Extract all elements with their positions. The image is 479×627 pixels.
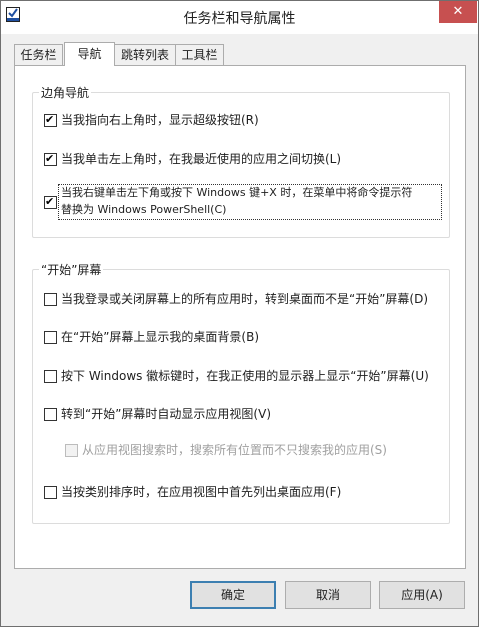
checkbox-start-on-display[interactable] <box>44 370 57 383</box>
label-switch-apps: 当我单击左上角时，在我最近使用的应用之间切换(L) <box>61 152 342 166</box>
label-start-on-display: 按下 Windows 徽标键时，在我正使用的显示器上显示“开始”屏幕(U) <box>61 369 429 383</box>
label-powershell-line1: 当我右键单击左下角或按下 Windows 键+X 时，在菜单中将命令提示符 <box>61 186 413 199</box>
apply-button[interactable]: 应用(A) <box>379 581 465 609</box>
group-label-corner-navigation: 边角导航 <box>39 84 92 101</box>
group-label-start-screen: “开始”屏幕 <box>39 261 104 278</box>
label-show-charms: 当我指向右上角时，显示超级按钮(R) <box>61 113 259 127</box>
close-icon: ✕ <box>452 4 464 19</box>
cancel-button[interactable]: 取消 <box>285 581 371 609</box>
checkbox-powershell[interactable] <box>44 194 57 210</box>
label-search-everywhere: 从应用视图搜索时，搜索所有位置而不只搜索我的应用(S) <box>82 443 387 457</box>
tab-navigation[interactable]: 导航 <box>64 42 115 66</box>
tab-taskbar[interactable]: 任务栏 <box>14 44 63 65</box>
tab-toolbars[interactable]: 工具栏 <box>175 44 224 65</box>
label-desktop-apps-first: 当按类别排序时，在应用视图中首先列出桌面应用(F) <box>61 485 342 499</box>
ok-button[interactable]: 确定 <box>190 581 276 609</box>
close-button[interactable]: ✕ <box>439 1 477 23</box>
label-desktop-background: 在“开始”屏幕上显示我的桌面背景(B) <box>61 330 260 344</box>
properties-window: 任务栏和导航属性 ✕ 任务栏 导航 跳转列表 工具栏 边角导航 当我指向右上角时… <box>0 0 479 627</box>
title-bar: 任务栏和导航属性 ✕ <box>1 1 478 34</box>
navigation-tab-panel: 边角导航 当我指向右上角时，显示超级按钮(R) 当我单击左上角时，在我最近使用的… <box>14 65 466 569</box>
window-title: 任务栏和导航属性 <box>183 11 296 27</box>
checkbox-show-apps-view[interactable] <box>44 408 57 421</box>
checkbox-go-to-desktop[interactable] <box>44 293 57 306</box>
checkbox-switch-apps[interactable] <box>44 151 57 167</box>
checkbox-desktop-background[interactable] <box>44 331 57 344</box>
label-powershell-line2: 替换为 Windows PowerShell(C) <box>61 203 227 216</box>
checkbox-search-everywhere[interactable] <box>65 444 78 457</box>
checkbox-show-charms[interactable] <box>44 112 57 128</box>
tab-jump-lists[interactable]: 跳转列表 <box>114 44 176 65</box>
checkbox-desktop-apps-first[interactable] <box>44 486 57 499</box>
label-show-apps-view: 转到“开始”屏幕时自动显示应用视图(V) <box>61 407 272 421</box>
label-go-to-desktop: 当我登录或关闭屏幕上的所有应用时，转到桌面而不是“开始”屏幕(D) <box>61 292 429 306</box>
